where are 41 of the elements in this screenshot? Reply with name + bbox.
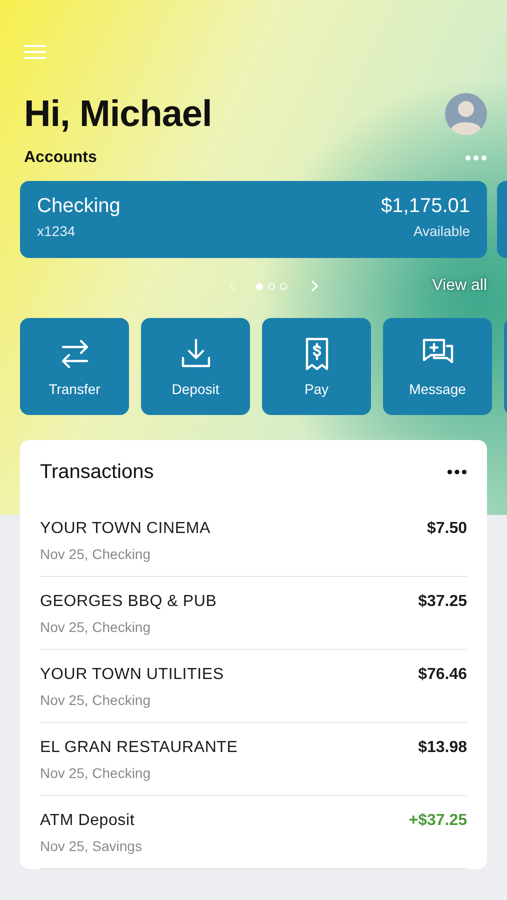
merchant-name: YOUR TOWN CINEMA	[40, 520, 210, 537]
transaction-amount: $76.46	[418, 666, 467, 685]
transaction-detail: Nov 25, Savings	[40, 838, 142, 854]
account-number: x1234	[37, 223, 76, 239]
action-button[interactable]: Message	[383, 318, 492, 415]
chevron-right-icon[interactable]	[309, 279, 320, 293]
transaction-amount: $37.25	[418, 593, 467, 612]
transaction-row[interactable]: ATM Deposit Nov 25, Savings +$37.25	[40, 796, 467, 869]
transaction-detail: Nov 25, Checking	[40, 619, 152, 635]
transaction-detail: Nov 25, Checking	[40, 546, 152, 562]
merchant-name: YOUR TOWN UTILITIES	[40, 666, 224, 683]
merchant-name: EL GRAN RESTAURANTE	[40, 739, 238, 756]
transaction-row[interactable]: YOUR TOWN UTILITIES Nov 25, Checking $76.46	[40, 650, 467, 723]
menu-icon[interactable]	[24, 44, 46, 60]
transaction-detail: Nov 25, Checking	[40, 692, 152, 708]
account-name: Checking	[37, 195, 120, 218]
transaction-row[interactable]: GEORGES BBQ & PUB Nov 25, Checking $37.25	[40, 577, 467, 650]
transaction-row[interactable]: YOUR TOWN CINEMA Nov 25, Checking $7.50	[40, 504, 467, 577]
action-button[interactable]: Pay	[262, 318, 371, 415]
transaction-amount: +$37.25	[408, 812, 467, 831]
card-title: Transactions	[40, 460, 154, 484]
action-button[interactable]: Deposit	[141, 318, 250, 415]
page-dot[interactable]	[256, 282, 264, 290]
transaction-amount: $7.50	[426, 520, 467, 539]
transaction-amount: $13.98	[418, 739, 467, 758]
view-all-link[interactable]: View all	[432, 277, 487, 295]
balance-label: Available	[413, 223, 470, 239]
action-button[interactable]: Transfer	[20, 318, 129, 415]
avatar[interactable]	[445, 93, 487, 135]
chevron-left-icon[interactable]	[228, 279, 238, 293]
more-icon[interactable]	[447, 469, 467, 475]
transaction-row[interactable]: EL GRAN RESTAURANTE Nov 25, Checking $13.98	[40, 723, 467, 796]
page-dot[interactable]	[280, 282, 288, 290]
page-dot[interactable]	[268, 282, 276, 290]
merchant-name: GEORGES BBQ & PUB	[40, 593, 217, 610]
greeting: Hi, Michael	[24, 93, 212, 135]
account-card[interactable]: Checking x1234 $1,175.01 Available	[20, 181, 487, 258]
account-balance: $1,175.01	[381, 195, 470, 218]
merchant-name: ATM Deposit	[40, 812, 135, 829]
section-title: Accounts	[24, 149, 97, 167]
transaction-detail: Nov 25, Checking	[40, 765, 152, 781]
